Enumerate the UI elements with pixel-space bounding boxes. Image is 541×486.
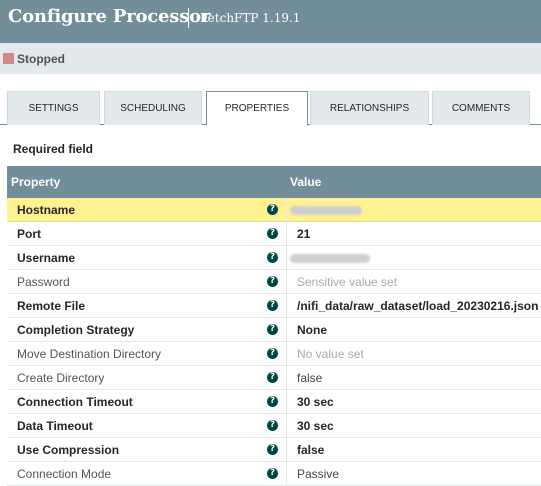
table-row[interactable]: Data Timeout ? 30 sec xyxy=(7,414,541,438)
property-value[interactable]: false xyxy=(297,371,322,385)
property-name: Connection Timeout xyxy=(17,395,133,409)
property-value[interactable]: None xyxy=(297,323,327,337)
tab-properties[interactable]: PROPERTIES xyxy=(206,91,308,126)
column-header-value: Value xyxy=(290,175,322,189)
required-field-legend: Required field xyxy=(13,142,94,156)
help-icon[interactable]: ? xyxy=(267,204,278,215)
help-icon[interactable]: ? xyxy=(267,396,278,407)
table-row[interactable]: Connection Mode ? Passive xyxy=(7,462,541,486)
property-name: Remote File xyxy=(17,299,86,313)
property-name: Username xyxy=(17,251,76,265)
help-icon[interactable]: ? xyxy=(267,420,278,431)
property-value[interactable]: No value set xyxy=(297,347,364,361)
column-divider xyxy=(286,294,287,318)
dialog-header: Configure Processor FetchFTP 1.19.1 xyxy=(0,0,541,43)
properties-table: Property Value Hostname ? Port ? 21 User… xyxy=(7,166,541,486)
column-divider xyxy=(286,438,287,462)
title-divider xyxy=(188,8,189,28)
tab-relationships[interactable]: RELATIONSHIPS xyxy=(310,91,429,125)
property-name: Password xyxy=(17,275,70,289)
help-icon[interactable]: ? xyxy=(267,228,278,239)
column-header-property: Property xyxy=(11,175,61,189)
property-value[interactable]: Sensitive value set xyxy=(297,275,397,289)
table-header: Property Value xyxy=(7,166,541,198)
help-icon[interactable]: ? xyxy=(267,252,278,263)
processor-type: FetchFTP 1.19.1 xyxy=(200,11,301,25)
column-divider xyxy=(286,366,287,390)
column-divider xyxy=(286,246,287,270)
property-value[interactable]: /nifi_data/raw_dataset/load_20230216.jso… xyxy=(297,299,538,313)
table-row[interactable]: Completion Strategy ? None xyxy=(7,318,541,342)
property-name: Connection Mode xyxy=(17,467,112,481)
help-icon[interactable]: ? xyxy=(267,372,278,383)
table-row[interactable]: Remote File ? /nifi_data/raw_dataset/loa… xyxy=(7,294,541,318)
tab-comments[interactable]: COMMENTS xyxy=(432,91,530,125)
table-row[interactable]: Username ? xyxy=(7,246,541,270)
stopped-icon xyxy=(3,53,14,64)
redacted-value xyxy=(290,254,370,263)
property-value[interactable]: false xyxy=(297,443,324,457)
table-row[interactable]: Create Directory ? false xyxy=(7,366,541,390)
tab-scheduling[interactable]: SCHEDULING xyxy=(104,91,202,125)
table-row[interactable]: Password ? Sensitive value set xyxy=(7,270,541,294)
column-divider xyxy=(286,390,287,414)
run-status: Stopped xyxy=(17,52,65,66)
table-row[interactable]: Port ? 21 xyxy=(7,222,541,246)
tab-bar: SETTINGS SCHEDULING PROPERTIES RELATIONS… xyxy=(0,91,541,126)
dialog-title: Configure Processor xyxy=(8,6,211,27)
column-divider xyxy=(286,414,287,438)
table-row[interactable]: Use Compression ? false xyxy=(7,438,541,462)
property-name: Create Directory xyxy=(17,371,105,385)
status-bar: Stopped xyxy=(0,43,541,74)
column-divider xyxy=(286,342,287,366)
property-value[interactable]: 30 sec xyxy=(297,419,334,433)
property-value[interactable]: Passive xyxy=(297,467,339,481)
help-icon[interactable]: ? xyxy=(267,300,278,311)
help-icon[interactable]: ? xyxy=(267,276,278,287)
property-name: Completion Strategy xyxy=(17,323,135,337)
property-name: Move Destination Directory xyxy=(17,347,162,361)
column-divider xyxy=(286,198,287,222)
table-row[interactable]: Connection Timeout ? 30 sec xyxy=(7,390,541,414)
table-row[interactable]: Hostname ? xyxy=(7,198,541,222)
help-icon[interactable]: ? xyxy=(267,324,278,335)
help-icon[interactable]: ? xyxy=(267,444,278,455)
property-name: Use Compression xyxy=(17,443,120,457)
redacted-value xyxy=(290,206,362,215)
property-value[interactable]: 30 sec xyxy=(297,395,334,409)
column-divider xyxy=(286,462,287,486)
column-divider xyxy=(286,318,287,342)
property-value[interactable]: 21 xyxy=(297,227,310,241)
property-name: Hostname xyxy=(17,203,76,217)
column-divider xyxy=(286,222,287,246)
column-divider xyxy=(286,270,287,294)
property-name: Data Timeout xyxy=(17,419,93,433)
tab-settings[interactable]: SETTINGS xyxy=(7,91,100,125)
table-row[interactable]: Move Destination Directory ? No value se… xyxy=(7,342,541,366)
property-name: Port xyxy=(17,227,41,241)
help-icon[interactable]: ? xyxy=(267,468,278,479)
help-icon[interactable]: ? xyxy=(267,348,278,359)
